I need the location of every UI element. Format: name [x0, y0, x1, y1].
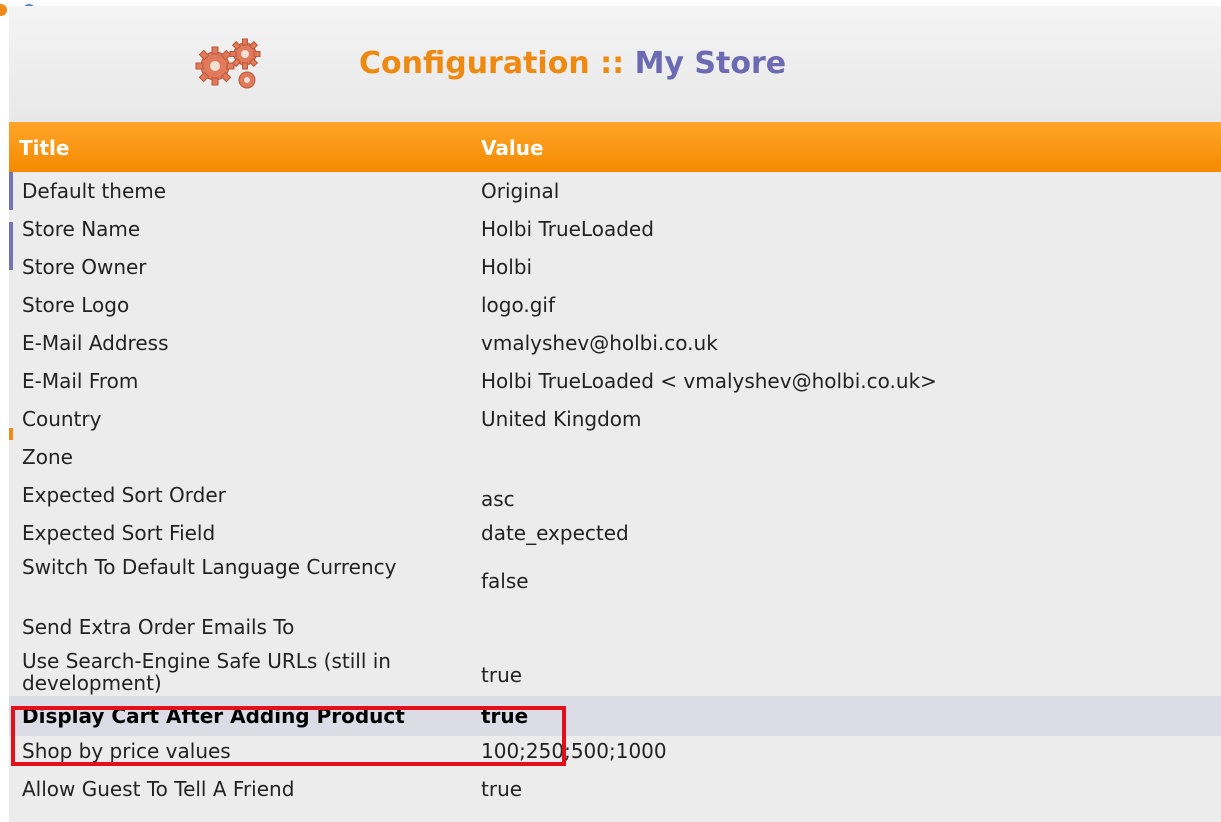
row-value: Original — [481, 179, 560, 203]
row-value: logo.gif — [481, 293, 556, 317]
column-header-title: Title — [19, 136, 70, 160]
page-header: Configuration :: My Store — [9, 6, 1221, 122]
table-row[interactable]: E-Mail From Holbi TrueLoaded < vmalyshev… — [9, 362, 1221, 400]
row-value: true — [481, 663, 523, 687]
row-title: Store Name — [22, 217, 141, 241]
row-title: Zone — [22, 445, 73, 469]
row-title: Expected Sort Field — [22, 521, 216, 545]
row-value: Holbi TrueLoaded — [481, 217, 654, 241]
row-title: Store Owner — [22, 255, 147, 279]
table-row[interactable]: Country United Kingdom — [9, 400, 1221, 440]
row-value: date_expected — [481, 521, 629, 545]
table-row[interactable]: Store Owner Holbi — [9, 248, 1221, 286]
table-row[interactable]: Use Search-Engine Safe URLs (still in de… — [9, 646, 1221, 696]
table-row[interactable]: Store Logo logo.gif — [9, 286, 1221, 324]
row-marker — [9, 248, 13, 270]
table-row[interactable]: Store Name Holbi TrueLoaded — [9, 210, 1221, 248]
row-title: Allow Guest To Tell A Friend — [22, 777, 295, 801]
table-row[interactable]: Send Extra Order Emails To — [9, 608, 1221, 646]
row-title: Send Extra Order Emails To — [22, 615, 295, 639]
row-marker — [9, 222, 13, 248]
table-row[interactable]: Allow Guest To Tell A Friend true — [9, 774, 1221, 812]
row-value: United Kingdom — [481, 407, 642, 431]
table-row[interactable]: Expected Sort Field date_expected — [9, 514, 1221, 552]
page-title-store: My Store — [634, 46, 787, 81]
table-row[interactable]: E-Mail Address vmalyshev@holbi.co.uk — [9, 324, 1221, 362]
row-value: true — [481, 777, 523, 801]
selected-row-highlight — [11, 706, 566, 766]
row-title: Store Logo — [22, 293, 130, 317]
row-title: E-Mail Address — [22, 331, 169, 355]
row-value: asc — [481, 487, 515, 511]
row-value: true — [481, 704, 529, 728]
table-row[interactable]: Switch To Default Language Currency fals… — [9, 552, 1221, 608]
row-title: Switch To Default Language Currency — [22, 555, 397, 579]
configuration-panel: Configuration :: My Store Title Value De… — [9, 6, 1221, 822]
row-title: Default theme — [22, 179, 167, 203]
row-marker — [9, 172, 13, 210]
page-title: Configuration :: My Store — [359, 46, 786, 81]
row-value: Holbi TrueLoaded < vmalyshev@holbi.co.uk… — [481, 369, 937, 393]
row-value: Holbi — [481, 255, 533, 279]
row-value: 100;250;500;1000 — [481, 739, 667, 763]
column-header-value: Value — [481, 136, 544, 160]
table-row[interactable]: Zone — [9, 438, 1221, 476]
row-title: E-Mail From — [22, 369, 139, 393]
table-row[interactable]: Expected Sort Order asc — [9, 476, 1221, 514]
row-title: Expected Sort Order — [22, 483, 226, 507]
row-title: Use Search-Engine Safe URLs (still in de… — [22, 650, 391, 695]
row-value: false — [481, 569, 529, 593]
table-row[interactable]: Default theme Original — [9, 172, 1221, 210]
orange-dot-icon — [0, 4, 7, 16]
page-title-prefix: Configuration :: — [359, 46, 635, 81]
row-title: Country — [22, 407, 102, 431]
table-header: Title Value — [9, 122, 1221, 172]
gears-icon — [195, 38, 261, 89]
row-value: vmalyshev@holbi.co.uk — [481, 331, 718, 355]
